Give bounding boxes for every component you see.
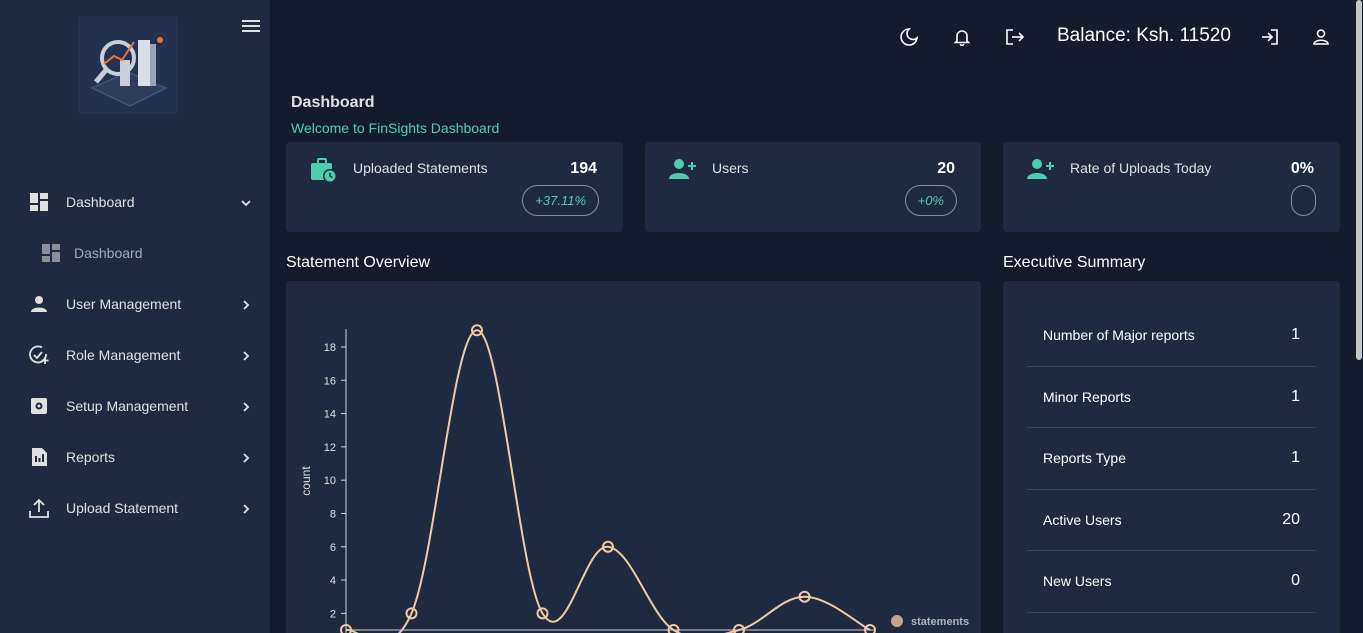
sidebar-item-setup-management[interactable]: Setup Management xyxy=(0,380,270,431)
dashboard-icon xyxy=(28,191,50,213)
sidebar-item-label: Upload Statement xyxy=(66,499,179,516)
chevron-right-icon xyxy=(240,349,252,361)
chevron-right-icon xyxy=(240,451,252,463)
chevron-right-icon xyxy=(240,502,252,514)
legend-label: statements xyxy=(911,616,969,628)
y-tick-label: 8 xyxy=(330,508,336,520)
y-tick-label: 2 xyxy=(330,608,336,620)
sidebar-item-label: Setup Management xyxy=(66,397,189,414)
report-icon xyxy=(28,446,50,468)
stat-change-badge: +0% xyxy=(904,185,957,216)
sidebar-item-label: Role Management xyxy=(66,346,181,363)
summary-value: 1 xyxy=(1291,326,1300,344)
y-tick-label: 6 xyxy=(330,542,336,554)
summary-label: Active Users xyxy=(1043,511,1122,528)
stat-label: Users xyxy=(712,160,749,176)
sidebar-item-dashboard[interactable]: Dashboard xyxy=(0,176,270,227)
y-tick-label: 14 xyxy=(324,409,336,421)
stat-card-uploaded-statements: Uploaded Statements 194 +37.11% xyxy=(286,142,623,232)
dashboard-icon xyxy=(40,242,62,264)
person-icon xyxy=(28,293,50,315)
sidebar-item-upload-statement[interactable]: Upload Statement xyxy=(0,482,270,533)
sidebar-nav: Dashboard Dashboard User Management Role… xyxy=(0,176,270,533)
sidebar-item-label: User Management xyxy=(66,295,182,312)
sidebar-item-reports[interactable]: Reports xyxy=(0,431,270,482)
statement-overview-chart: 2 4 6 8 10 12 14 16 18 count statements xyxy=(286,281,981,633)
page-subtitle: Welcome to FinSights Dashboard xyxy=(291,120,500,136)
summary-label: Minor Reports xyxy=(1043,388,1131,405)
scrollbar-thumb[interactable] xyxy=(1356,0,1362,360)
briefcase-clock-icon xyxy=(310,158,338,184)
sidebar-item-label: Dashboard xyxy=(66,193,135,210)
summary-value: 1 xyxy=(1291,449,1300,467)
sidebar-item-user-management[interactable]: User Management xyxy=(0,278,270,329)
person-add-icon xyxy=(1027,158,1055,184)
chevron-right-icon xyxy=(240,400,252,412)
notifications-bell-icon[interactable] xyxy=(951,26,973,48)
sidebar-subitem-label: Dashboard xyxy=(74,244,143,261)
sidebar-item-label: Reports xyxy=(66,448,116,465)
summary-row: Reports Type 1 xyxy=(1027,428,1316,490)
y-tick-label: 12 xyxy=(324,442,336,454)
legend-marker xyxy=(891,615,903,627)
executive-summary-title: Executive Summary xyxy=(1003,254,1146,271)
y-tick-label: 10 xyxy=(324,475,336,487)
settings-icon xyxy=(28,395,50,417)
y-axis-label: count xyxy=(299,466,313,496)
y-tick-label: 18 xyxy=(324,342,336,354)
verified-add-icon xyxy=(28,344,50,366)
sidebar-item-role-management[interactable]: Role Management xyxy=(0,329,270,380)
chevron-right-icon xyxy=(240,298,252,310)
dark-mode-icon[interactable] xyxy=(898,26,920,48)
summary-list: Number of Major reports 1 Minor Reports 1 Re… xyxy=(1027,305,1316,613)
line-chart: 2 4 6 8 10 12 14 16 18 count statements xyxy=(299,324,969,633)
stat-change-badge: +37.11% xyxy=(522,185,599,216)
summary-label: New Users xyxy=(1043,573,1112,590)
stat-value: 0% xyxy=(1290,160,1314,177)
summary-label: Reports Type xyxy=(1043,450,1127,467)
summary-label: Number of Major reports xyxy=(1043,327,1195,344)
summary-row: Number of Major reports 1 xyxy=(1027,305,1316,367)
page-title: Dashboard xyxy=(291,94,375,111)
summary-value: 20 xyxy=(1282,510,1300,528)
sidebar: Dashboard Dashboard User Management Role… xyxy=(0,0,270,633)
chevron-down-icon xyxy=(240,196,252,208)
summary-row: Active Users 20 xyxy=(1027,490,1316,551)
summary-value: 0 xyxy=(1291,572,1300,590)
summary-value: 1 xyxy=(1291,387,1300,405)
page-scrollbar[interactable] xyxy=(1355,0,1363,633)
login-icon[interactable] xyxy=(1258,26,1280,48)
stat-change-badge xyxy=(1291,185,1316,216)
summary-row: Minor Reports 1 xyxy=(1027,367,1316,428)
logout-icon[interactable] xyxy=(1004,26,1026,48)
stat-value: 194 xyxy=(570,160,597,177)
person-add-icon xyxy=(669,158,697,184)
balance-display: Balance: Ksh. 11520 xyxy=(1057,25,1231,46)
executive-summary-panel: Number of Major reports 1 Minor Reports 1 Re… xyxy=(1003,281,1340,633)
statement-overview-title: Statement Overview xyxy=(286,254,431,271)
upload-icon xyxy=(28,497,50,519)
stat-card-rate-of-uploads: Rate of Uploads Today 0% xyxy=(1003,142,1340,232)
app-logo xyxy=(78,16,178,114)
stat-label: Uploaded Statements xyxy=(353,160,488,176)
stat-label: Rate of Uploads Today xyxy=(1070,160,1212,176)
y-tick-label: 4 xyxy=(330,575,336,587)
stat-value: 20 xyxy=(937,160,955,177)
sidebar-subitem-dashboard[interactable]: Dashboard xyxy=(0,227,270,278)
stat-card-users: Users 20 +0% xyxy=(645,142,981,232)
series-line-statements xyxy=(345,329,871,633)
y-tick-label: 16 xyxy=(324,375,336,387)
user-profile-icon[interactable] xyxy=(1310,26,1332,48)
summary-row: New Users 0 xyxy=(1027,551,1316,613)
menu-toggle-icon[interactable] xyxy=(242,18,260,34)
